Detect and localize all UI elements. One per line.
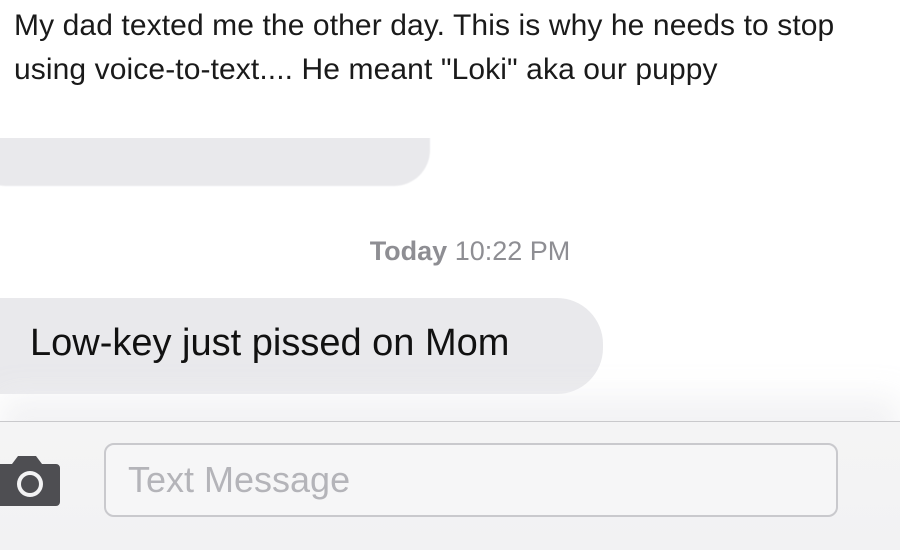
- message-composer-bar: [0, 421, 900, 550]
- text-message-input[interactable]: [104, 443, 838, 517]
- messages-screenshot: Today 10:22 PM Low-key just pissed on Mo…: [0, 138, 900, 550]
- camera-icon-graphic: [0, 456, 60, 506]
- previous-message-bubble: [0, 138, 430, 186]
- camera-icon[interactable]: [0, 452, 64, 508]
- timestamp-time: 10:22 PM: [454, 236, 571, 266]
- post-caption: My dad texted me the other day. This is …: [14, 9, 835, 86]
- received-message-bubble[interactable]: Low-key just pissed on Mom: [0, 298, 603, 394]
- message-timestamp: Today 10:22 PM: [0, 236, 900, 267]
- message-text: Low-key just pissed on Mom: [30, 322, 510, 364]
- timestamp-day: Today: [369, 236, 448, 266]
